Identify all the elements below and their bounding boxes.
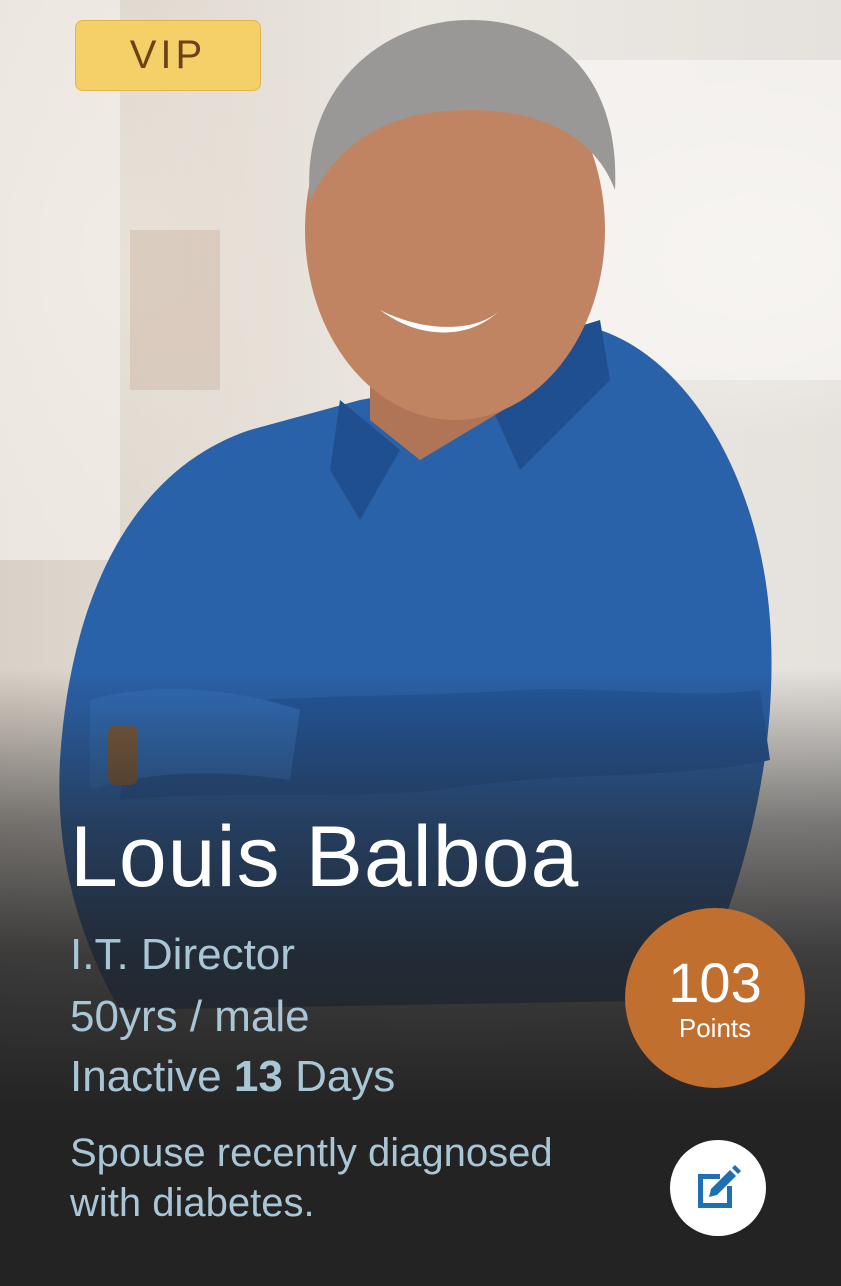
job-title: I.T. Director: [70, 930, 295, 979]
edit-note-button[interactable]: [670, 1140, 766, 1236]
points-value: 103: [668, 951, 762, 1014]
customer-profile-card: VIP Louis Balboa I.T. Director 50yrs / m…: [0, 0, 841, 1286]
inactivity-status: Inactive 13 Days: [70, 1052, 395, 1102]
edit-note-icon: [698, 1165, 741, 1208]
vip-badge: VIP: [75, 20, 261, 91]
inactive-days-count: 13: [233, 1052, 283, 1101]
customer-name: Louis Balboa: [70, 809, 580, 905]
age-gender: 50yrs / male: [70, 992, 310, 1041]
inactive-prefix: Inactive: [70, 1052, 222, 1101]
points-label: Points: [678, 1013, 752, 1043]
inactive-suffix: Days: [295, 1052, 396, 1101]
points-badge: 103 Points: [625, 908, 805, 1088]
customer-note: Spouse recently diagnosed with diabetes.: [70, 1131, 553, 1225]
